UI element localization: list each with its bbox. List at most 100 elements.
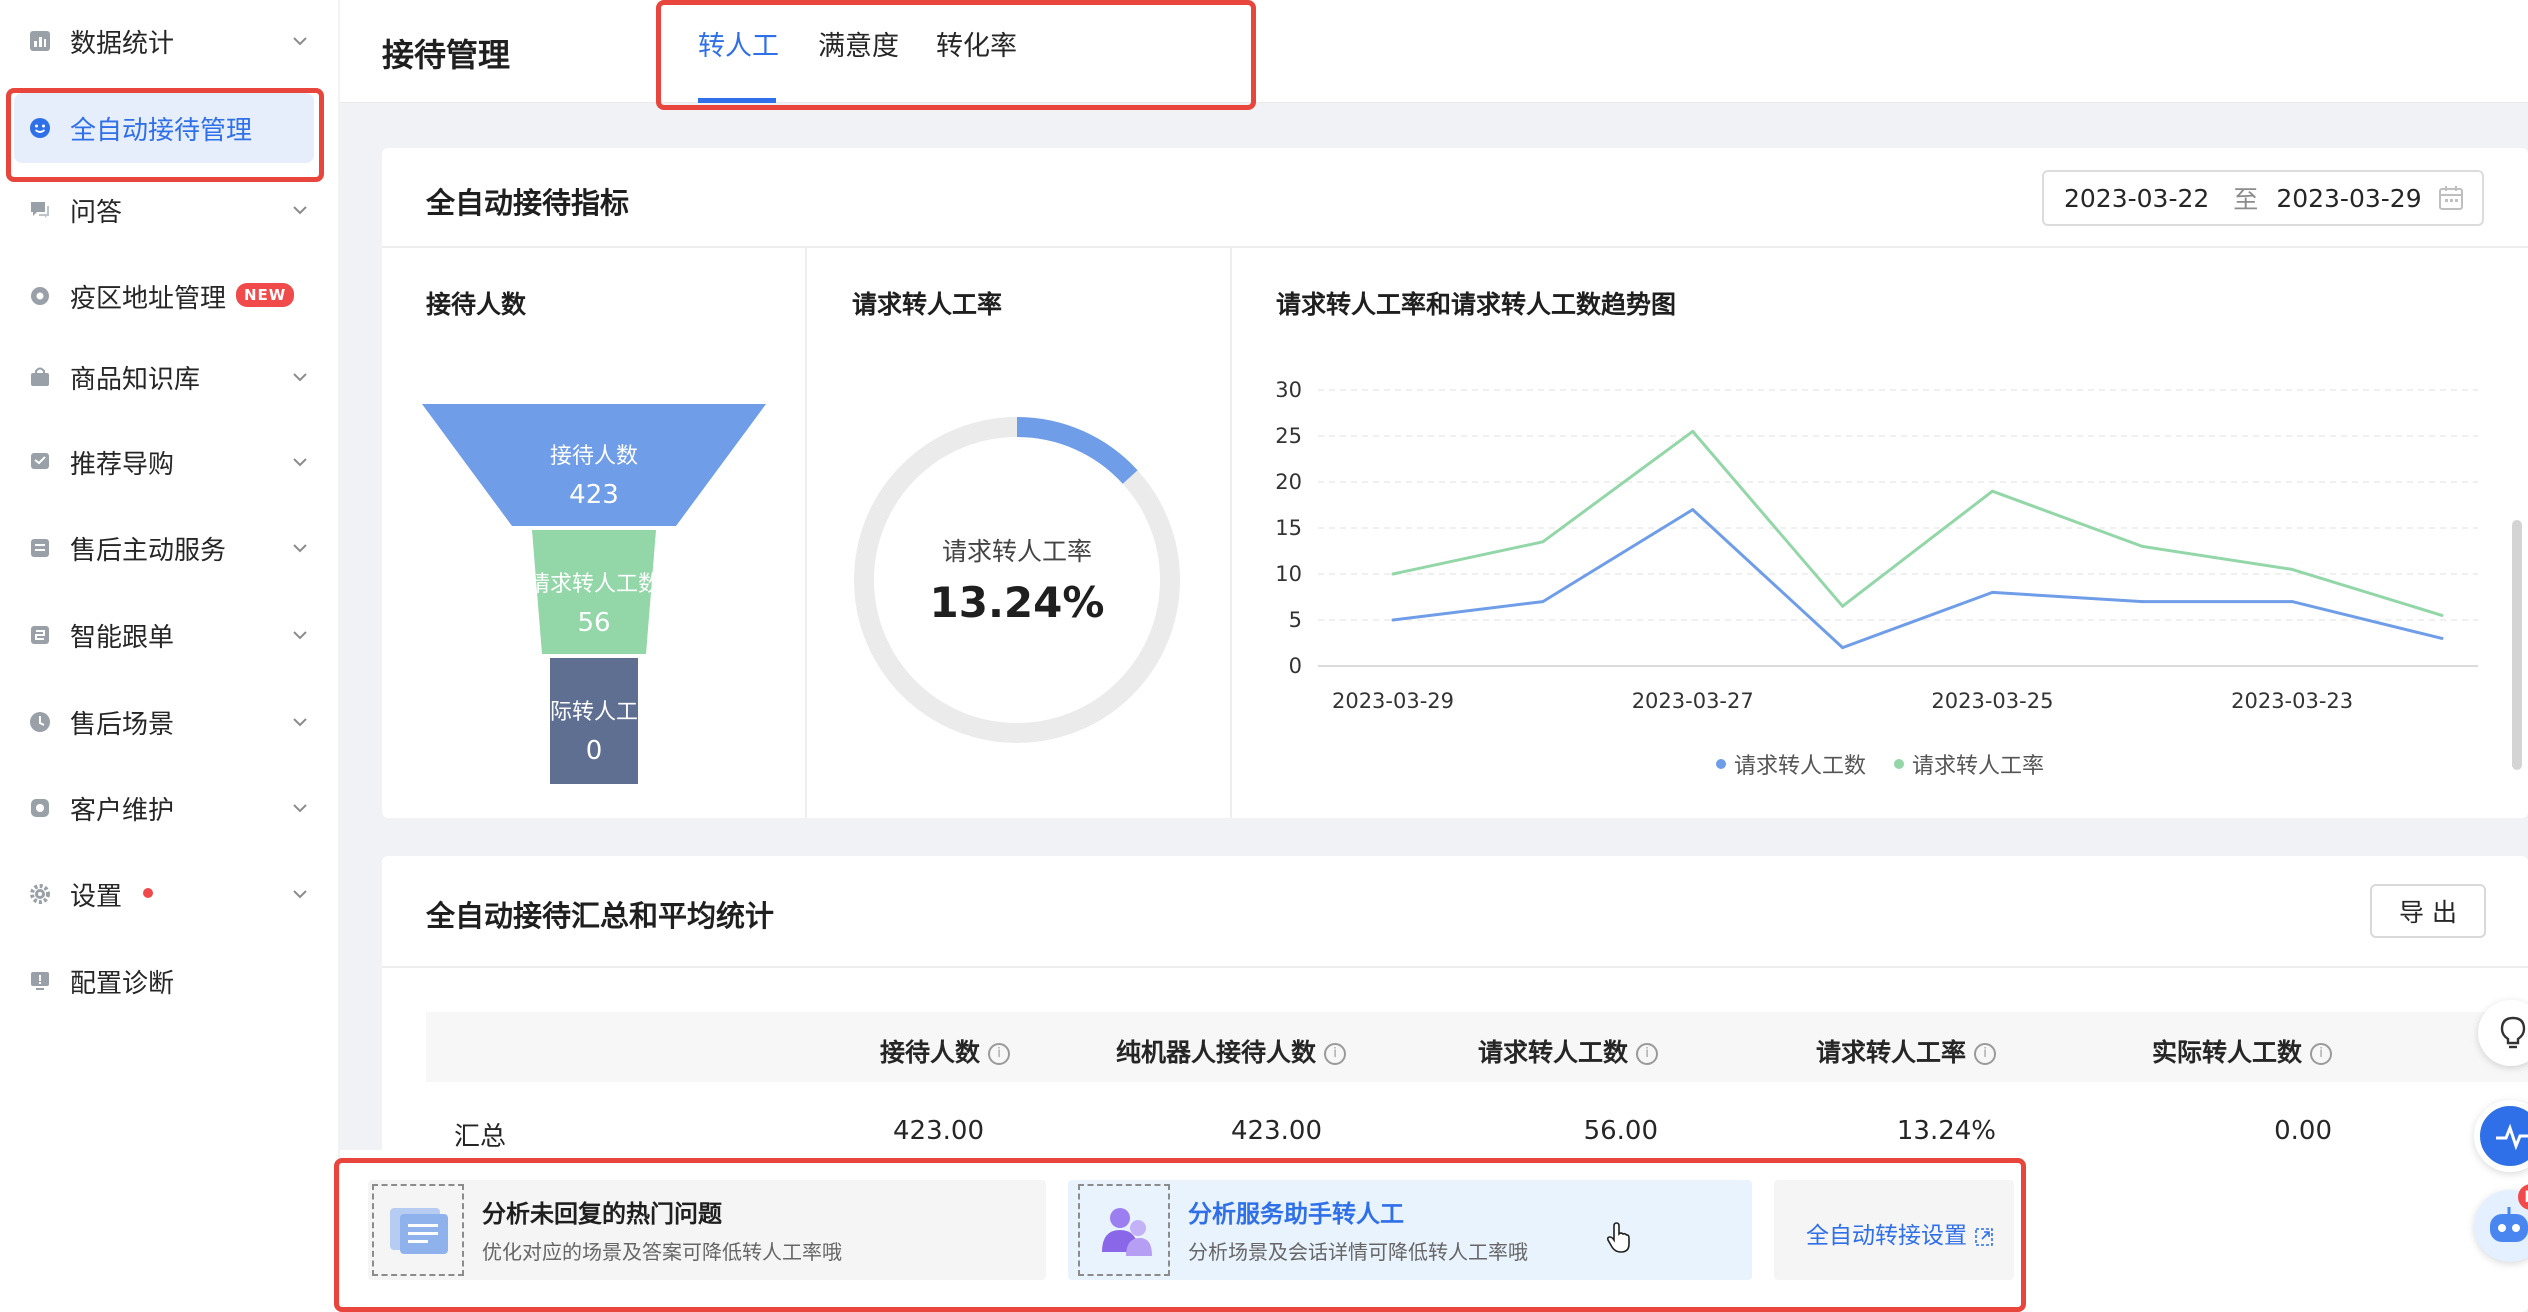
trend-title: 请求转人工率和请求转人工数趋势图: [1276, 290, 1677, 319]
sidebar-item-label: 智能跟单: [70, 622, 175, 653]
x-tick-label: 2023-03-27: [1632, 689, 1754, 710]
sidebar-item-label: 售后场景: [70, 709, 175, 740]
info-icon[interactable]: i: [1324, 1043, 1346, 1065]
sidebar-item-label: 商品知识库: [70, 364, 201, 395]
sidebar-item-label: 数据统计: [70, 28, 175, 59]
list-icon: [28, 536, 52, 560]
bar-chart-icon: [28, 29, 52, 53]
y-tick-label: 30: [1275, 380, 1302, 402]
tab-satisfaction[interactable]: 满意度: [818, 24, 899, 63]
info-icon[interactable]: i: [1974, 1043, 1996, 1065]
column-header-robot-only[interactable]: 纯机器人接待人数 i: [1116, 1033, 1346, 1069]
column-header-request-rate[interactable]: 请求转人工率 i: [1816, 1033, 1996, 1069]
sidebar: 数据统计 全自动接待管理 问答 疫区地址管理 NEW 商品知识库 推荐导购 售后…: [0, 0, 338, 1312]
chevron-down-icon: [293, 804, 307, 813]
funnel-stage-label: 请求转人工数: [527, 572, 660, 597]
page-title: 接待管理: [382, 36, 511, 74]
sidebar-item-settings[interactable]: 设置: [0, 864, 338, 924]
track-icon: [28, 623, 52, 647]
sidebar-item-customer-maintenance[interactable]: 客户维护: [0, 778, 338, 838]
summary-title: 全自动接待汇总和平均统计: [426, 899, 775, 933]
data-point: [2140, 600, 2144, 604]
table-cell: 56.00: [1583, 1116, 1658, 1146]
data-point: [2290, 567, 2294, 571]
auto-transfer-settings-link[interactable]: 全自动转接设置: [1806, 1216, 1994, 1250]
column-label: 接待人数: [879, 1038, 980, 1067]
divider: [1230, 248, 1232, 818]
data-point: [1990, 489, 1994, 493]
x-tick-label: 2023-03-25: [1931, 689, 2053, 710]
sidebar-item-aftersale-service[interactable]: 售后主动服务: [0, 518, 338, 578]
document-icon: [372, 1184, 464, 1276]
table-cell: 423.00: [1231, 1116, 1322, 1146]
sidebar-item-auto-reception[interactable]: 全自动接待管理: [14, 93, 314, 163]
divider: [382, 966, 2528, 968]
legend-dot-blue: [1716, 759, 1726, 769]
sidebar-item-label: 售后主动服务: [70, 535, 227, 566]
data-point: [1391, 618, 1395, 622]
date-end[interactable]: 2023-03-29: [2276, 184, 2421, 213]
funnel-stage-label: 接待人数: [549, 444, 638, 469]
x-tick-label: 2023-03-29: [1332, 689, 1454, 710]
funnel-stage-value: 423: [569, 480, 619, 510]
data-point: [1841, 646, 1845, 650]
divider: [805, 248, 807, 818]
column-label: 实际转人工数: [2151, 1038, 2302, 1067]
column-header-reception[interactable]: 接待人数 i: [880, 1033, 1010, 1069]
data-point: [1691, 429, 1695, 433]
info-icon[interactable]: i: [2310, 1043, 2332, 1065]
divider: [382, 246, 2528, 248]
tip-card-assistant-transfer[interactable]: [1068, 1180, 1752, 1280]
sidebar-item-aftersale-scene[interactable]: 售后场景: [0, 692, 338, 752]
funnel-label-request: 请求转人工数 56: [494, 566, 694, 638]
series-line-0: [1392, 508, 2443, 650]
scene-icon: [28, 710, 52, 734]
sidebar-item-epidemic-address[interactable]: 疫区地址管理 NEW: [0, 266, 338, 326]
sidebar-item-label: 问答: [70, 197, 123, 228]
funnel-stage-label: 实际转人工数: [527, 700, 660, 725]
user-group-icon: [1078, 1184, 1170, 1276]
legend-label: 请求转人工数: [1734, 754, 1867, 779]
date-range-picker[interactable]: 2023-03-22 至 2023-03-29: [2042, 170, 2484, 226]
chevron-down-icon: [293, 544, 307, 553]
column-label: 请求转人工率: [1815, 1038, 1966, 1067]
active-tab-underline: [698, 98, 776, 103]
chevron-down-icon: [293, 458, 307, 467]
tab-conversion[interactable]: 转化率: [936, 24, 1017, 63]
table-cell: 13.24%: [1896, 1116, 1996, 1146]
metrics-title: 全自动接待指标: [426, 186, 630, 220]
column-label: 纯机器人接待人数: [1115, 1038, 1316, 1067]
scrollbar[interactable]: [2512, 520, 2522, 770]
column-header-actual-count[interactable]: 实际转人工数 i: [2152, 1033, 2332, 1069]
table-cell: 0.00: [2274, 1116, 2332, 1146]
chevron-down-icon: [293, 890, 307, 899]
tip-title: 分析服务助手转人工: [1188, 1200, 1404, 1228]
legend-item: 请求转人工数: [1716, 748, 1866, 780]
sidebar-item-smart-tracking[interactable]: 智能跟单: [0, 605, 338, 665]
funnel-stage-value: 0: [585, 736, 603, 766]
sidebar-item-qa[interactable]: 问答: [0, 180, 338, 240]
sidebar-item-label: 推荐导购: [70, 449, 175, 480]
funnel-label-reception: 接待人数 423: [494, 438, 694, 510]
sidebar-item-label: 疫区地址管理: [70, 283, 227, 314]
tab-transfer-human[interactable]: 转人工: [698, 24, 779, 63]
info-icon[interactable]: i: [988, 1043, 1010, 1065]
legend-label: 请求转人工率: [1912, 754, 2045, 779]
diagnose-icon: [28, 969, 52, 993]
info-icon[interactable]: i: [1636, 1043, 1658, 1065]
sidebar-item-data-stats[interactable]: 数据统计: [0, 11, 338, 71]
y-tick-label: 0: [1289, 654, 1302, 678]
data-point: [1391, 572, 1395, 576]
sidebar-item-product-knowledge[interactable]: 商品知识库: [0, 347, 338, 407]
column-header-request-count[interactable]: 请求转人工数 i: [1478, 1033, 1658, 1069]
calendar-icon[interactable]: [2438, 185, 2464, 211]
guide-icon: [28, 450, 52, 474]
date-start[interactable]: 2023-03-22: [2064, 184, 2209, 213]
export-button[interactable]: 导 出: [2370, 884, 2486, 938]
y-tick-label: 15: [1275, 516, 1302, 540]
sidebar-item-recommend-guide[interactable]: 推荐导购: [0, 432, 338, 492]
new-badge: NEW: [236, 283, 295, 307]
rate-title: 请求转人工率: [852, 290, 1003, 319]
funnel-title: 接待人数: [426, 290, 527, 319]
sidebar-item-config-diagnosis[interactable]: 配置诊断: [0, 951, 338, 1011]
